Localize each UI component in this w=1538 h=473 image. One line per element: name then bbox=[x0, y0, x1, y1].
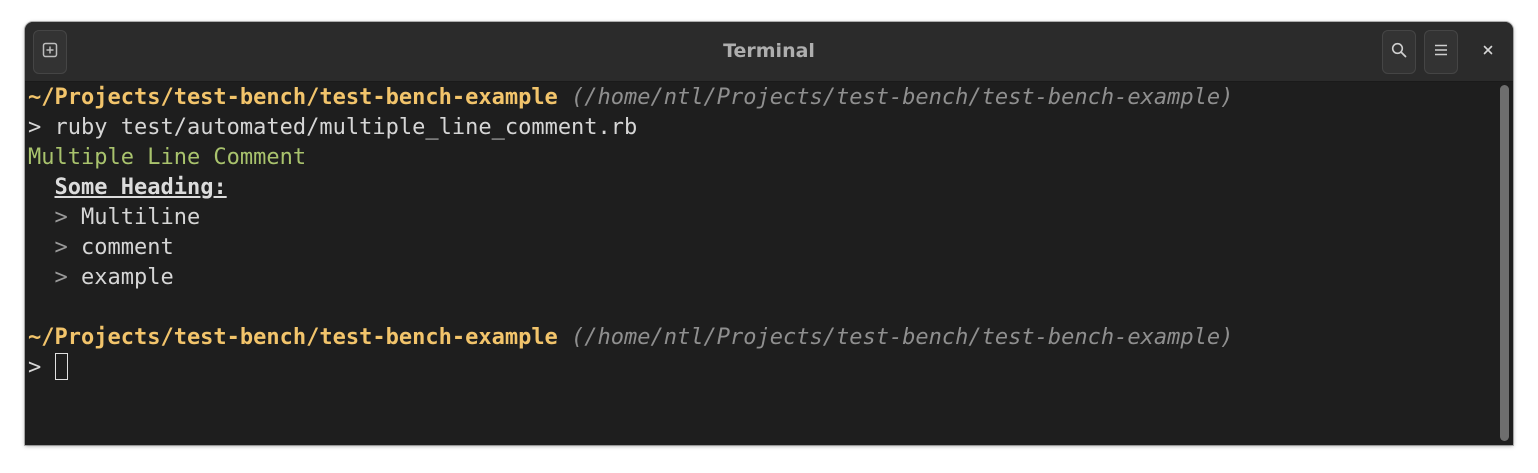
search-icon bbox=[1391, 42, 1407, 63]
command-text: ruby test/automated/multiple_line_commen… bbox=[54, 115, 638, 140]
input-line[interactable]: > bbox=[28, 352, 1498, 383]
new-tab-button[interactable] bbox=[33, 30, 67, 74]
new-tab-icon bbox=[42, 42, 58, 63]
prompt-symbol: > bbox=[28, 355, 42, 380]
comment-line: > comment bbox=[28, 233, 1498, 263]
comment-text: comment bbox=[81, 235, 174, 260]
prompt-line: ~/Projects/test-bench/test-bench-example… bbox=[28, 83, 1498, 113]
menu-button[interactable] bbox=[1424, 30, 1458, 74]
comment-line: > example bbox=[28, 263, 1498, 293]
text-cursor bbox=[54, 352, 68, 380]
prompt-symbol: > bbox=[28, 115, 42, 140]
prompt-path: ~/Projects/test-bench/test-bench-example bbox=[28, 85, 558, 110]
close-button[interactable] bbox=[1476, 39, 1500, 63]
output-title: Multiple Line Comment bbox=[28, 145, 307, 170]
prompt-path: ~/Projects/test-bench/test-bench-example bbox=[28, 325, 558, 350]
prompt-line: ~/Projects/test-bench/test-bench-example… bbox=[28, 323, 1498, 353]
output-heading-line: Some Heading: bbox=[28, 173, 1498, 203]
prompt-full-path: (/home/ntl/Projects/test-bench/test-benc… bbox=[571, 85, 1234, 110]
comment-marker: > bbox=[54, 265, 68, 290]
scrollbar[interactable] bbox=[1500, 85, 1509, 441]
close-icon bbox=[1483, 42, 1493, 60]
window-title: Terminal bbox=[723, 40, 815, 62]
comment-line: > Multiline bbox=[28, 203, 1498, 233]
terminal-content[interactable]: ~/Projects/test-bench/test-bench-example… bbox=[28, 83, 1498, 383]
search-button[interactable] bbox=[1382, 30, 1416, 74]
command-line: > ruby test/automated/multiple_line_comm… bbox=[28, 113, 1498, 143]
comment-text: example bbox=[81, 265, 174, 290]
output-heading: Some Heading: bbox=[54, 175, 227, 200]
prompt-full-path: (/home/ntl/Projects/test-bench/test-benc… bbox=[571, 325, 1234, 350]
title-bar: Terminal bbox=[25, 22, 1513, 82]
terminal-window: Terminal ~/Projects/test-bench/test-benc… bbox=[25, 22, 1513, 445]
comment-text: Multiline bbox=[81, 205, 201, 230]
comment-marker: > bbox=[54, 205, 68, 230]
comment-marker: > bbox=[54, 235, 68, 260]
hamburger-menu-icon bbox=[1433, 43, 1449, 62]
